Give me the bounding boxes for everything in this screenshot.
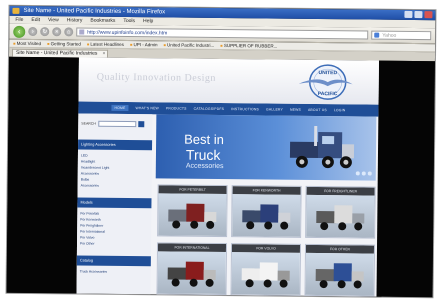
sidebar-heading-models: Models xyxy=(77,197,152,209)
truck-image xyxy=(242,204,291,230)
back-arrow-icon: ‹ xyxy=(17,26,21,36)
bookmark-item[interactable]: Latest Headlines xyxy=(87,41,124,48)
logo-text-bottom: PACIFIC xyxy=(318,91,338,97)
maximize-button[interactable] xyxy=(414,11,423,19)
tab-label: Site Name - United Pacific Industries xyxy=(15,49,98,57)
bookmark-item[interactable]: Getting Started xyxy=(47,40,81,47)
stop-icon: × xyxy=(54,28,59,35)
model-grid: FOR PETERBILT FOR KENWORTH FOR FREIGHTLI… xyxy=(156,184,378,297)
firefox-icon xyxy=(12,7,20,14)
sidebar: SEARCH Lighting Accessories LED Headligh… xyxy=(76,113,153,295)
nav-home[interactable]: HOME xyxy=(111,104,129,112)
site-tagline: Quality Innovation Design xyxy=(96,71,216,84)
favicon-icon xyxy=(79,29,85,35)
bookmark-item[interactable]: SUPPLIER OF RUBBER... xyxy=(220,42,278,50)
model-card[interactable]: FOR VOLVO xyxy=(230,243,302,296)
sidebar-item[interactable]: Accessories xyxy=(81,183,149,190)
lighting-list: LED Headlight Incandescent Light Accesso… xyxy=(78,150,152,193)
sidebar-heading-lighting: Lighting Accessories xyxy=(78,139,153,151)
site-search-input[interactable] xyxy=(97,120,136,128)
nav-products[interactable]: PRODUCTS xyxy=(166,106,187,110)
window-controls xyxy=(404,10,433,19)
stop-button[interactable]: × xyxy=(52,27,62,37)
window-title: Site Name - United Pacific Industries - … xyxy=(23,7,166,16)
search-input[interactable]: Yahoo xyxy=(371,30,432,41)
bookmark-item[interactable]: United Pacific Industri... xyxy=(163,41,214,49)
truck-image xyxy=(315,263,364,289)
minimize-button[interactable] xyxy=(404,10,413,18)
address-bar[interactable]: http://www.upinfoinfo.com/index.htm xyxy=(76,27,369,40)
site-search: SEARCH xyxy=(78,114,152,135)
site-search-label: SEARCH xyxy=(81,121,96,126)
search-engine-icon xyxy=(374,32,380,38)
logo-text-top: UNITED xyxy=(318,70,337,76)
site-header: Quality Innovation Design UNITED PACIFIC xyxy=(78,57,379,105)
hero-banner[interactable]: Best in Truck Accessories xyxy=(155,114,377,181)
pager-dot[interactable] xyxy=(367,171,372,176)
main-content: Best in Truck Accessories FOR PETERBILT … xyxy=(153,114,379,297)
nav-gallery[interactable]: GALLERY xyxy=(266,107,283,111)
menu-help[interactable]: Help xyxy=(143,17,153,25)
nav-catalogs[interactable]: CATALOGS/PDFS xyxy=(194,107,225,111)
catalog-list: Truck Accessories xyxy=(77,265,151,278)
truck-image xyxy=(241,262,290,288)
website: Quality Innovation Design UNITED PACIFIC… xyxy=(76,57,379,297)
address-text: http://www.upinfoinfo.com/index.htm xyxy=(87,29,168,37)
nav-news[interactable]: NEWS xyxy=(290,108,301,112)
home-icon: ⌂ xyxy=(66,28,71,35)
model-card[interactable]: FOR PETERBILT xyxy=(157,184,228,238)
nav-login[interactable]: LOGIN xyxy=(334,108,346,112)
united-pacific-logo[interactable]: UNITED PACIFIC xyxy=(297,62,355,103)
model-card[interactable]: FOR OTHER xyxy=(304,243,376,297)
bookmark-item[interactable]: Most Visited xyxy=(13,40,41,47)
sidebar-heading-catalog: Catalog xyxy=(76,255,151,267)
page-viewport: Quality Innovation Design UNITED PACIFIC… xyxy=(6,56,435,298)
menu-bookmarks[interactable]: Bookmarks xyxy=(90,17,115,25)
sidebar-item[interactable]: Truck Accessories xyxy=(80,269,148,276)
banner-truck-image xyxy=(289,125,355,169)
forward-arrow-icon: › xyxy=(31,28,34,35)
back-button[interactable]: ‹ xyxy=(13,25,26,38)
menu-file[interactable]: File xyxy=(15,16,23,24)
menu-view[interactable]: View xyxy=(48,16,59,24)
model-card[interactable]: FOR FREIGHTLINER xyxy=(305,185,376,239)
home-button[interactable]: ⌂ xyxy=(64,27,74,37)
truck-image xyxy=(168,203,217,229)
model-card[interactable]: FOR KENWORTH xyxy=(231,185,302,238)
search-placeholder: Yahoo xyxy=(382,32,397,39)
truck-image xyxy=(316,205,365,231)
close-button[interactable] xyxy=(424,11,433,19)
banner-line-1: Best in xyxy=(184,131,224,148)
pager-dot[interactable] xyxy=(361,171,366,176)
forward-button[interactable]: › xyxy=(28,26,38,37)
monitor-screen: Site Name - United Pacific Industries - … xyxy=(6,5,436,298)
site-search-button[interactable] xyxy=(137,121,144,128)
banner-line-3: Accessories xyxy=(185,162,224,171)
bookmark-item[interactable]: UPI - Admin xyxy=(130,41,158,48)
truck-image xyxy=(167,261,216,287)
menu-edit[interactable]: Edit xyxy=(31,16,40,24)
tab-close-icon[interactable]: × xyxy=(102,51,105,58)
banner-pager xyxy=(355,171,372,176)
sidebar-item[interactable]: For Other xyxy=(80,241,148,248)
pager-dot[interactable] xyxy=(355,171,360,176)
nav-whats-new[interactable]: WHAT'S NEW xyxy=(135,106,159,110)
reload-icon: ↻ xyxy=(42,29,48,36)
menu-history[interactable]: History xyxy=(67,16,83,24)
nav-about-us[interactable]: ABOUT US xyxy=(308,108,327,112)
banner-line-2: Truck xyxy=(185,146,221,163)
reload-button[interactable]: ↻ xyxy=(40,27,50,37)
model-card[interactable]: FOR INTERNATIONAL xyxy=(156,242,228,296)
models-list: For Peterbilt For Kenworth For Freightli… xyxy=(77,207,151,250)
menu-tools[interactable]: Tools xyxy=(123,17,135,25)
nav-instructions[interactable]: INSTRUCTIONS xyxy=(231,107,259,111)
